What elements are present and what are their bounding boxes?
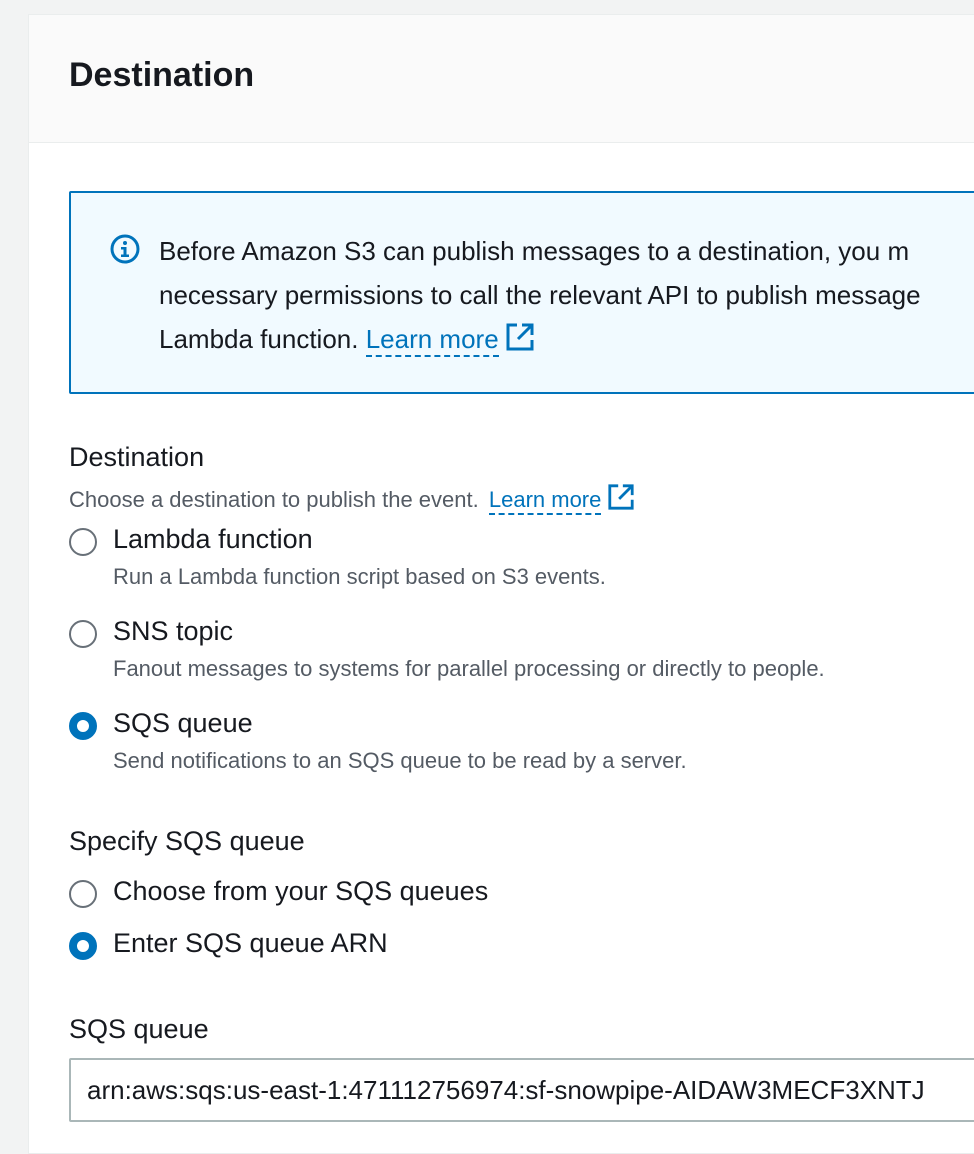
specify-sqs-queue-label: Specify SQS queue [69, 826, 305, 856]
radio-label: Enter SQS queue ARN [113, 928, 388, 958]
info-line-3: Lambda function. Learn more [159, 317, 974, 365]
radio-description: Send notifications to an SQS queue to be… [113, 748, 687, 773]
info-line-1: Before Amazon S3 can publish messages to… [159, 236, 910, 266]
info-circle-icon [109, 233, 141, 265]
destination-label: Destination [69, 442, 205, 472]
radio-button[interactable] [69, 880, 97, 908]
sqs-queue-label: SQS queue [69, 1014, 209, 1044]
info-message: Before Amazon S3 can publish messages to… [159, 229, 974, 365]
panel-title: Destination [69, 56, 255, 94]
radio-description: Run a Lambda function script based on S3… [113, 564, 606, 589]
info-line-2: necessary permissions to call the releva… [159, 280, 921, 310]
radio-button[interactable] [69, 528, 97, 556]
radio-button-selected[interactable] [69, 712, 97, 740]
info-learn-more-link[interactable]: Learn more [365, 324, 499, 357]
destination-description-text: Choose a destination to publish the even… [69, 487, 479, 512]
external-link-icon[interactable] [505, 321, 535, 365]
radio-label: SNS topic [113, 616, 234, 646]
destination-learn-more-link[interactable]: Learn more [488, 487, 602, 515]
destination-description: Choose a destination to publish the even… [69, 483, 635, 517]
info-alert: Before Amazon S3 can publish messages to… [69, 191, 974, 394]
destination-panel: Destination Before Amazon S3 can publish… [28, 14, 974, 1154]
radio-label: SQS queue [113, 708, 253, 738]
radio-description: Fanout messages to systems for parallel … [113, 656, 825, 681]
panel-header: Destination [29, 15, 974, 143]
external-link-icon[interactable] [607, 483, 635, 517]
radio-label: Lambda function [113, 524, 313, 554]
sqs-queue-arn-value[interactable]: arn:aws:sqs:us-east-1:471112756974:sf-sn… [87, 1075, 925, 1106]
info-line-3-prefix: Lambda function. [159, 324, 366, 354]
radio-button-selected[interactable] [69, 932, 97, 960]
sqs-queue-arn-input[interactable]: arn:aws:sqs:us-east-1:471112756974:sf-sn… [69, 1058, 974, 1122]
radio-button[interactable] [69, 620, 97, 648]
radio-label: Choose from your SQS queues [113, 876, 489, 906]
